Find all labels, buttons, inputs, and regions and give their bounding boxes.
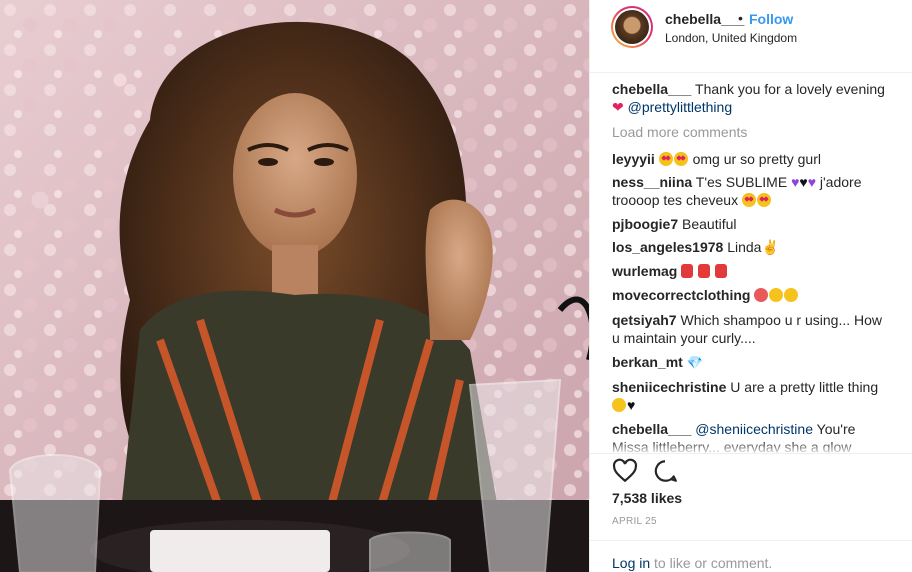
heart-icon[interactable] <box>612 458 638 484</box>
comment-text: j'adore <box>819 174 862 190</box>
header-username[interactable]: chebella___ <box>665 11 744 27</box>
tongue-emoji-icon <box>715 264 728 278</box>
login-link[interactable]: Log in <box>612 555 650 571</box>
photo-illustration <box>0 0 589 572</box>
heart-eyes-emoji-icon <box>658 152 673 166</box>
comment-username[interactable]: leyyyii <box>612 151 655 167</box>
comment-item: qetsiyah7 Which shampoo u r using... How… <box>612 311 892 347</box>
login-prompt: Log in to like or comment. <box>612 555 772 571</box>
follow-button[interactable]: Follow <box>749 11 793 27</box>
victory-hand-icon: ✌ <box>761 239 779 255</box>
comment-username[interactable]: ness__niina <box>612 174 692 190</box>
caption-mention[interactable]: @prettylittlething <box>628 99 732 115</box>
comment-username[interactable]: movecorrectclothing <box>612 287 750 303</box>
comment-username[interactable]: chebella___ <box>612 421 691 437</box>
post-photo[interactable] <box>0 0 589 572</box>
comment-username[interactable]: sheniicechristine <box>612 379 726 395</box>
avatar[interactable] <box>611 6 653 48</box>
side-panel: chebella___ • Follow London, United King… <box>590 0 912 572</box>
weary-emoji-icon <box>612 398 626 412</box>
comment-item: sheniicechristine U are a pretty little … <box>612 378 892 414</box>
comment-username[interactable]: pjboogie7 <box>612 216 678 232</box>
tongue-emoji-icon <box>698 264 711 278</box>
caption: chebella___ Thank you for a lovely eveni… <box>612 80 892 116</box>
comment-icon[interactable] <box>652 458 678 484</box>
post-date: APRIL 25 <box>612 516 657 527</box>
avatar-photo <box>615 10 649 44</box>
comment-item: los_angeles1978 Linda✌ <box>612 238 892 256</box>
caption-username[interactable]: chebella___ <box>612 81 691 97</box>
black-heart-icon: ♥ <box>627 397 636 413</box>
likes-count[interactable]: 7,538 likes <box>612 490 682 506</box>
post-header: chebella___ • Follow London, United King… <box>590 0 912 73</box>
clap-emoji-icon <box>769 288 784 302</box>
comment-text: U are a pretty little thing <box>730 379 879 395</box>
comment-text: T'es SUBLIME <box>695 174 788 190</box>
gem-icon: 💎 <box>686 355 703 370</box>
comment-item: pjboogie7 Beautiful <box>612 215 892 233</box>
comment-item: leyyyii omg ur so pretty gurl <box>612 150 892 168</box>
location-link[interactable]: London, United Kingdom <box>665 31 797 45</box>
comment-item: ness__niina T'es SUBLIME ♥♥♥ j'adore tro… <box>612 173 892 209</box>
black-heart-icon: ♥ <box>799 174 808 190</box>
header-separator: • <box>738 10 743 26</box>
comments-list[interactable]: chebella___ Thank you for a lovely eveni… <box>590 73 912 453</box>
heart-eyes-emoji-icon <box>741 193 756 207</box>
comment-mention[interactable]: @sheniicechristine <box>695 421 813 437</box>
login-bar: Log in to like or comment. <box>590 540 912 572</box>
action-bar: 7,538 likes APRIL 25 <box>590 453 912 536</box>
tongue-emoji-icon <box>681 264 694 278</box>
load-more-comments-button[interactable]: Load more comments <box>612 124 747 140</box>
comment-text: omg ur so pretty gurl <box>692 151 821 167</box>
comment-item: berkan_mt 💎 <box>612 353 892 372</box>
heart-eyes-emoji-icon <box>673 152 688 166</box>
purple-heart-icon: ♥ <box>807 174 816 190</box>
comment-username[interactable]: qetsiyah7 <box>612 312 677 328</box>
red-heart-icon: ❤ <box>612 99 624 115</box>
target-emoji-icon <box>754 288 769 302</box>
heart-eyes-emoji-icon <box>756 193 771 207</box>
instagram-post: chebella___ • Follow London, United King… <box>0 0 912 572</box>
comment-username[interactable]: los_angeles1978 <box>612 239 723 255</box>
comment-item: wurlemag <box>612 262 892 280</box>
smile-emoji-icon <box>784 288 799 302</box>
login-rest-text: to like or comment. <box>654 555 773 571</box>
comment-username[interactable]: wurlemag <box>612 263 677 279</box>
comment-item: movecorrectclothing <box>612 286 892 304</box>
comments-fade <box>590 441 912 453</box>
comment-username[interactable]: berkan_mt <box>612 354 683 370</box>
comment-text: Beautiful <box>682 216 737 232</box>
comment-text: Linda <box>727 239 762 255</box>
comment-text: troooop tes cheveux <box>612 192 739 208</box>
caption-text: Thank you for a lovely evening <box>695 81 885 97</box>
